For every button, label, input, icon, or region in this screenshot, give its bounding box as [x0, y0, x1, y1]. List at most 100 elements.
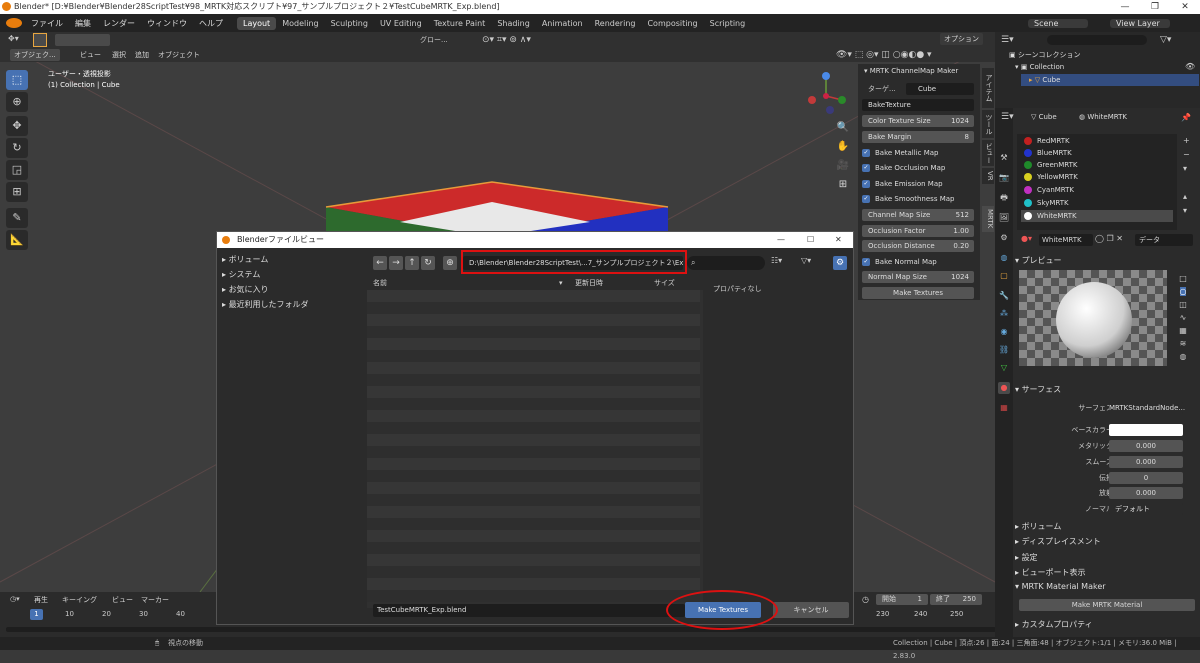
scene-selector[interactable]: Scene	[1028, 18, 1088, 28]
material-slot-green[interactable]: GreenMRTK	[1021, 159, 1173, 171]
slot-buttons[interactable]: + − ▾ ▴ ▾	[1183, 134, 1190, 218]
tab-sculpting[interactable]: Sculpting	[325, 17, 374, 30]
color-texture-size-field[interactable]: Color Texture Size 1024	[862, 115, 974, 127]
bake-metallic-checkbox[interactable]: ✓ Bake Metallic Map	[862, 147, 974, 159]
occlusion-factor-field[interactable]: Occlusion Factor 1.00	[862, 225, 974, 237]
mode-dropdown[interactable]: オブジェク...	[10, 49, 60, 61]
select-mode-icons[interactable]	[55, 34, 110, 46]
physics-icon[interactable]: ◉	[998, 326, 1010, 338]
timeline-menu-icon[interactable]: ◷▾	[10, 595, 20, 603]
display-mode-icon[interactable]: ☷▾	[771, 256, 782, 265]
timeline-menu-keying[interactable]: キーイング	[62, 595, 97, 605]
visibility-eye-icon[interactable]: 👁	[1185, 62, 1195, 71]
normal-map-size-field[interactable]: Normal Map Size 1024	[862, 271, 974, 283]
tab-mrtk[interactable]: MRTK	[982, 206, 994, 232]
editor-type-icon[interactable]: ✥▾	[8, 34, 28, 46]
volume-section[interactable]: ▸ ボリューム	[1015, 521, 1197, 532]
move-tool-icon[interactable]: ✥	[6, 116, 28, 136]
file-search-input[interactable]: ⌕	[687, 256, 765, 270]
dialog-close-icon[interactable]: ✕	[835, 232, 842, 248]
make-textures-button[interactable]: Make Textures	[862, 287, 974, 299]
particles-icon[interactable]: ⁂	[998, 308, 1010, 320]
fake-user-icon[interactable]: ◯ ❐ ✕	[1095, 234, 1123, 243]
custom-properties-section[interactable]: ▸ カスタムプロパティ	[1015, 619, 1197, 630]
tab-compositing[interactable]: Compositing	[641, 17, 703, 30]
column-name[interactable]: 名前	[373, 276, 387, 290]
props-type-icon[interactable]: ☰▾	[1001, 112, 1014, 122]
base-color-row[interactable]: ベースカラー	[1015, 424, 1195, 436]
tab-scripting[interactable]: Scripting	[704, 17, 752, 30]
tab-rendering[interactable]: Rendering	[589, 17, 642, 30]
view-layer-icon[interactable]: 🖼	[998, 212, 1010, 224]
menu-window[interactable]: ウィンドウ	[141, 18, 193, 29]
normal-row[interactable]: ノーマル デフォルト	[1015, 503, 1195, 515]
material-slot-blue[interactable]: BlueMRTK	[1021, 147, 1173, 159]
perspective-grid-icon[interactable]: ⊞	[836, 179, 850, 193]
transform-tool-icon[interactable]: ⊞	[6, 182, 28, 202]
tab-texture-paint[interactable]: Texture Paint	[428, 17, 492, 30]
dialog-maximize-icon[interactable]: ☐	[807, 232, 814, 248]
view-layer-selector[interactable]: View Layer	[1110, 18, 1170, 28]
current-frame-indicator[interactable]: 1	[30, 609, 43, 620]
timeline-menu-view[interactable]: ビュー	[112, 595, 133, 605]
side-favorites[interactable]: ▸ お気に入り	[222, 284, 269, 295]
sort-icon[interactable]: ▾	[559, 276, 563, 290]
camera-icon[interactable]: 🎥	[836, 160, 850, 174]
side-recent[interactable]: ▸ 最近利用したフォルダ	[222, 299, 309, 310]
menu-render[interactable]: レンダー	[97, 18, 141, 29]
pan-hand-icon[interactable]: ✋	[836, 141, 850, 155]
tab-shading[interactable]: Shading	[491, 17, 536, 30]
menu-edit[interactable]: 編集	[69, 18, 97, 29]
back-arrow-icon[interactable]: ←	[373, 256, 387, 270]
cursor-tool-icon[interactable]: ⊕	[6, 92, 28, 112]
side-system[interactable]: ▸ システム	[222, 269, 260, 280]
orientation-dropdown[interactable]: グロー...	[420, 34, 480, 46]
menu-help[interactable]: ヘルプ	[193, 18, 229, 29]
shading-mode-icons[interactable]: 👁▾ ⬚ ◎▾ ◫ ○◉◐● ▾	[836, 49, 984, 61]
bake-margin-field[interactable]: Bake Margin 8	[862, 131, 974, 143]
scale-tool-icon[interactable]: ◲	[6, 160, 28, 180]
close-icon[interactable]: ✕	[1170, 0, 1200, 14]
tool-props-icon[interactable]: ⚒	[998, 152, 1010, 164]
viewport-display-section[interactable]: ▸ ビューポート表示	[1015, 567, 1197, 578]
material-slot-white[interactable]: WhiteMRTK	[1021, 210, 1173, 222]
tab-uv-editing[interactable]: UV Editing	[374, 17, 428, 30]
modifier-icon[interactable]: 🔧	[998, 290, 1010, 302]
outliner-search-input[interactable]	[1047, 35, 1147, 45]
texture-props-icon[interactable]: ▦	[998, 402, 1010, 414]
material-slot-sky[interactable]: SkyMRTK	[1021, 197, 1173, 209]
file-list[interactable]: 名前 ▾ 更新日時 サイズ	[367, 276, 703, 608]
menu-view[interactable]: ビュー	[80, 49, 101, 61]
cube-item[interactable]: ▸ ▽ Cube	[1021, 74, 1199, 86]
tab-vr[interactable]: VR	[982, 168, 994, 184]
bake-occlusion-checkbox[interactable]: ✓ Bake Occlusion Map	[862, 162, 974, 174]
object-props-icon[interactable]: ▢	[998, 270, 1010, 282]
object-data-icon[interactable]: ▽	[998, 362, 1010, 374]
surface-section[interactable]: ▾ サーフェス	[1015, 384, 1197, 395]
pin-icon[interactable]: 📌	[1181, 113, 1191, 122]
maximize-icon[interactable]: ❐	[1140, 0, 1170, 14]
displacement-section[interactable]: ▸ ディスプレイスメント	[1015, 536, 1197, 547]
rotate-tool-icon[interactable]: ↻	[6, 138, 28, 158]
settings-section[interactable]: ▸ 設定	[1015, 552, 1197, 563]
filter-funnel-icon[interactable]: ▽▾	[801, 256, 811, 265]
preview-section[interactable]: ▾ プレビュー	[1015, 255, 1197, 266]
zoom-icon[interactable]: 🔍	[836, 122, 850, 136]
menu-object[interactable]: オブジェクト	[158, 49, 200, 61]
filename-input[interactable]: TestCubeMRTK_Exp.blend	[373, 604, 685, 617]
tab-modeling[interactable]: Modeling	[276, 17, 324, 30]
options-dropdown[interactable]: オプション	[940, 33, 983, 45]
timeline-menu-marker[interactable]: マーカー	[141, 595, 169, 605]
filter-icon[interactable]: ▽▾	[1160, 35, 1171, 45]
tab-tool[interactable]: ツール	[982, 110, 994, 138]
smoothness-row[interactable]: スムーズ 0.000	[1015, 456, 1195, 468]
tab-animation[interactable]: Animation	[536, 17, 589, 30]
column-size[interactable]: サイズ	[654, 276, 675, 290]
outliner-type-icon[interactable]: ☰▾	[1001, 35, 1014, 45]
menu-file[interactable]: ファイル	[25, 18, 69, 29]
bake-name-field[interactable]: BakeTexture	[862, 99, 974, 111]
propagation-row[interactable]: 伝播 0	[1015, 472, 1195, 484]
bake-normal-checkbox[interactable]: ✓ Bake Normal Map	[862, 256, 974, 268]
tab-view[interactable]: ビュー	[982, 140, 994, 166]
channel-map-size-field[interactable]: Channel Map Size 512	[862, 209, 974, 221]
